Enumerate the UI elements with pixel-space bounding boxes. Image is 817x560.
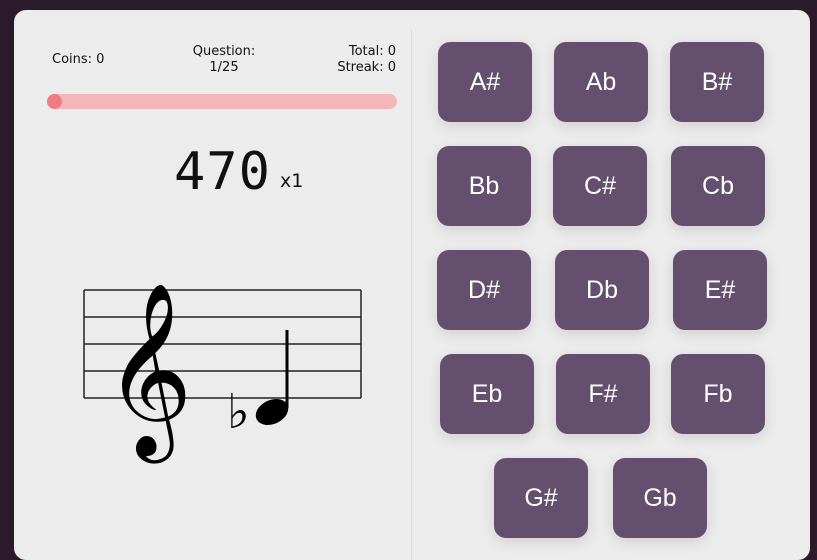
question-label: Question: xyxy=(192,44,256,59)
answer-button-f-flat[interactable]: Fb xyxy=(671,354,765,434)
answer-button-c-flat[interactable]: Cb xyxy=(671,146,765,226)
totals: Total: 0 Streak: 0 xyxy=(337,44,396,76)
answer-button-f-sharp[interactable]: F# xyxy=(556,354,650,434)
answer-button-d-sharp[interactable]: D# xyxy=(437,250,531,330)
question-counter: Question: 1/25 xyxy=(174,44,274,76)
answer-button-g-flat[interactable]: Gb xyxy=(613,458,707,538)
answer-button-b-flat[interactable]: Bb xyxy=(437,146,531,226)
progress-bar xyxy=(47,94,397,109)
score-value: 470 xyxy=(174,142,271,202)
answer-button-c-sharp[interactable]: C# xyxy=(553,146,647,226)
music-staff: 𝄞 ♭ xyxy=(83,282,362,464)
quiz-panel: Coins: 0 Question: 1/25 Total: 0 Streak:… xyxy=(14,10,810,560)
answer-button-e-sharp[interactable]: E# xyxy=(673,250,767,330)
streak-counter: Streak: 0 xyxy=(337,60,396,75)
answer-button-g-sharp[interactable]: G# xyxy=(494,458,588,538)
total-counter: Total: 0 xyxy=(348,44,396,59)
question-value: 1/25 xyxy=(209,60,239,75)
answer-grid: A# Ab B# Bb C# Cb D# Db E# Eb F# Fb G# G… xyxy=(412,10,810,560)
answer-button-b-sharp[interactable]: B# xyxy=(670,42,764,122)
treble-clef-icon: 𝄞 xyxy=(104,282,193,464)
question-area: Coins: 0 Question: 1/25 Total: 0 Streak:… xyxy=(14,10,412,560)
answer-button-a-sharp[interactable]: A# xyxy=(438,42,532,122)
progress-fill xyxy=(47,94,62,109)
answer-button-d-flat[interactable]: Db xyxy=(555,250,649,330)
flat-icon: ♭ xyxy=(227,384,250,440)
answer-button-e-flat[interactable]: Eb xyxy=(440,354,534,434)
coins-counter: Coins: 0 xyxy=(52,52,105,67)
answer-button-a-flat[interactable]: Ab xyxy=(554,42,648,122)
score-multiplier: x1 xyxy=(280,170,304,192)
